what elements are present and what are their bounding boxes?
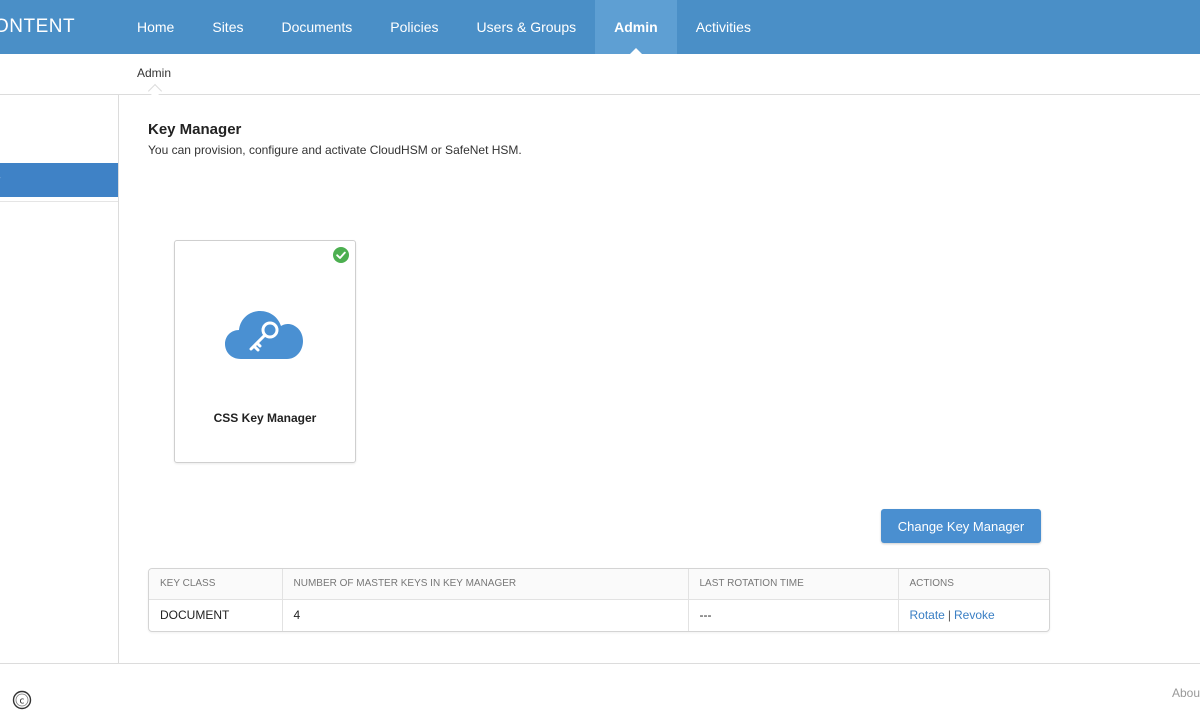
nav-activities[interactable]: Activities <box>677 0 770 54</box>
main-content: Key Manager You can provision, configure… <box>120 95 1200 663</box>
nav-users-groups[interactable]: Users & Groups <box>458 0 596 54</box>
sub-navigation-bar: Admin <box>0 54 1200 95</box>
cell-last-rotation-time: --- <box>688 599 899 631</box>
revoke-link[interactable]: Revoke <box>954 608 995 622</box>
table-header-row: KEY CLASS NUMBER OF MASTER KEYS IN KEY M… <box>149 569 1049 600</box>
key-class-table: KEY CLASS NUMBER OF MASTER KEYS IN KEY M… <box>148 568 1050 632</box>
nav-policies[interactable]: Policies <box>371 0 457 54</box>
page-subtitle: You can provision, configure and activat… <box>148 143 522 157</box>
subnav-admin[interactable]: Admin <box>137 66 171 80</box>
column-header-key-class: KEY CLASS <box>149 569 283 600</box>
nav-sites[interactable]: Sites <box>193 0 262 54</box>
cell-master-key-count: 4 <box>282 599 689 631</box>
copyright-icon: c <box>12 690 32 710</box>
column-header-actions: ACTIONS <box>898 569 1049 600</box>
column-header-last-rotation: LAST ROTATION TIME <box>688 569 899 600</box>
brand-logo-text[interactable]: ONTENT <box>0 16 75 38</box>
cloud-key-icon <box>225 311 303 359</box>
page-title: Key Manager <box>148 121 242 138</box>
column-header-master-keys: NUMBER OF MASTER KEYS IN KEY MANAGER <box>282 569 689 600</box>
footer-about-link[interactable]: Abou <box>1172 686 1200 700</box>
cell-key-class: DOCUMENT <box>149 599 283 631</box>
top-navigation-bar: ONTENT Home Sites Documents Policies Use… <box>0 0 1200 54</box>
table-row: DOCUMENT 4 --- Rotate | Revoke <box>149 599 1049 631</box>
change-key-manager-button[interactable]: Change Key Manager <box>881 509 1041 543</box>
nav-admin[interactable]: Admin <box>595 0 677 54</box>
key-manager-card[interactable]: CSS Key Manager <box>174 240 356 463</box>
svg-text:c: c <box>20 697 25 707</box>
sidebar-item-key-manager[interactable]: r <box>0 163 118 197</box>
nav-documents[interactable]: Documents <box>262 0 371 54</box>
nav-home[interactable]: Home <box>118 0 193 54</box>
main-nav: Home Sites Documents Policies Users & Gr… <box>118 0 770 54</box>
cell-actions: Rotate | Revoke <box>898 599 1049 631</box>
check-circle-icon <box>333 247 349 263</box>
actions-separator: | <box>947 608 951 623</box>
key-manager-card-label: CSS Key Manager <box>213 411 317 425</box>
footer: c Abou <box>0 663 1200 720</box>
sidebar: r <box>0 95 119 663</box>
rotate-link[interactable]: Rotate <box>910 608 945 622</box>
sidebar-divider <box>0 201 118 202</box>
